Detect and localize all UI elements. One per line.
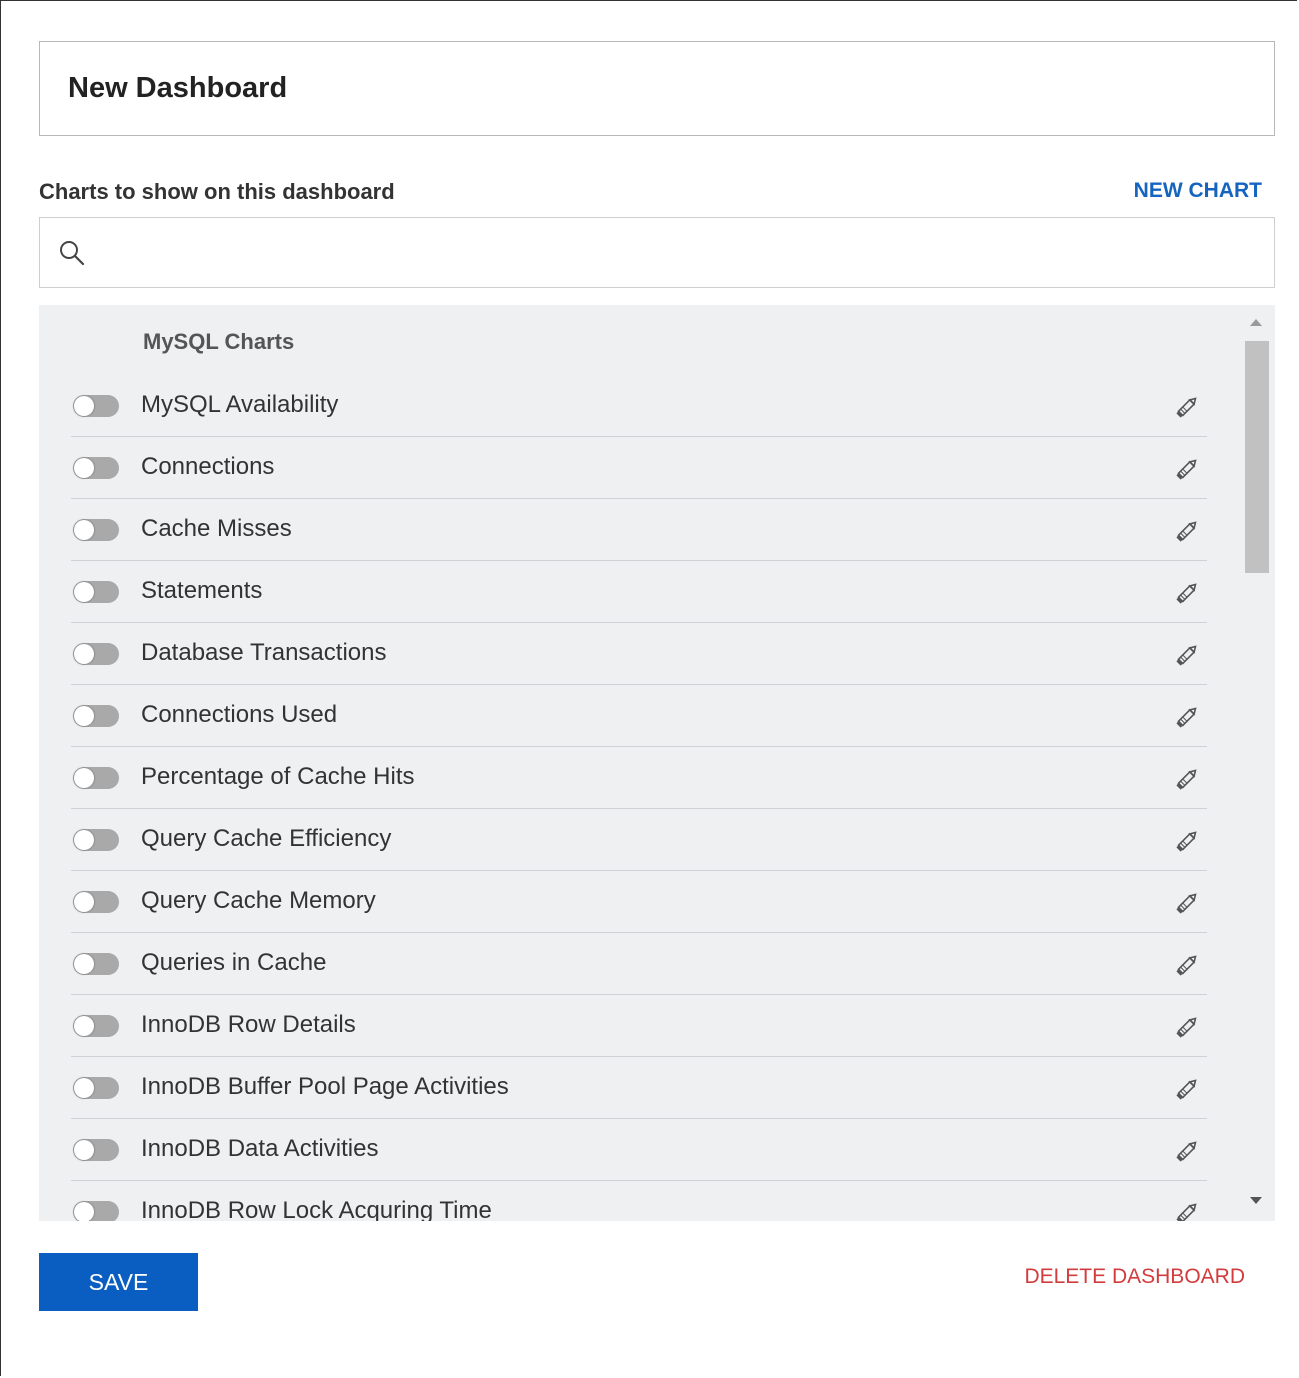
dashboard-title-field[interactable]: New Dashboard	[39, 41, 1275, 136]
pencil-icon[interactable]	[1173, 455, 1201, 483]
chart-list-item: Percentage of Cache Hits	[71, 747, 1207, 809]
pencil-icon[interactable]	[1173, 765, 1201, 793]
chart-toggle-switch[interactable]	[73, 767, 119, 789]
chart-item-label: InnoDB Row Lock Acquring Time	[141, 1197, 492, 1221]
chart-list-item: Connections Used	[71, 685, 1207, 747]
chart-list-item: InnoDB Row Lock Acquring Time	[71, 1181, 1207, 1221]
pencil-icon[interactable]	[1173, 579, 1201, 607]
chart-item-label: Connections Used	[141, 701, 338, 728]
chart-list-item: Query Cache Memory	[71, 871, 1207, 933]
toggle-knob	[74, 1140, 94, 1160]
chart-item-label: InnoDB Row Details	[141, 1011, 356, 1038]
chart-search-input[interactable]	[98, 221, 1274, 284]
chart-toggle-switch[interactable]	[73, 1077, 119, 1099]
chart-item-label: MySQL Availability	[141, 391, 339, 418]
chart-toggle-switch[interactable]	[73, 457, 119, 479]
scrollbar[interactable]	[1239, 305, 1275, 1221]
toggle-knob	[74, 954, 94, 974]
toggle-knob	[74, 396, 94, 416]
chart-toggle-switch[interactable]	[73, 519, 119, 541]
delete-dashboard-button[interactable]: DELETE DASHBOARD	[1024, 1265, 1245, 1289]
toggle-knob	[74, 1202, 94, 1221]
pencil-icon[interactable]	[1173, 1199, 1201, 1221]
save-button[interactable]: SAVE	[39, 1253, 198, 1311]
chart-list-item: MySQL Availability	[71, 375, 1207, 437]
toggle-knob	[74, 644, 94, 664]
chart-list-item: Database Transactions	[71, 623, 1207, 685]
new-chart-button[interactable]: NEW CHART	[1134, 179, 1262, 203]
chart-toggle-switch[interactable]	[73, 395, 119, 417]
chart-toggle-switch[interactable]	[73, 1015, 119, 1037]
chart-list-item: InnoDB Row Details	[71, 995, 1207, 1057]
chart-group-title: MySQL Charts	[143, 329, 295, 354]
chart-list-item: Statements	[71, 561, 1207, 623]
dialog-frame: New Dashboard Charts to show on this das…	[0, 0, 1297, 1376]
pencil-icon[interactable]	[1173, 1075, 1201, 1103]
pencil-icon[interactable]	[1173, 951, 1201, 979]
toggle-knob	[74, 706, 94, 726]
chart-item-label: Queries in Cache	[141, 949, 327, 976]
chart-toggle-switch[interactable]	[73, 891, 119, 913]
toggle-knob	[74, 520, 94, 540]
chart-toggle-switch[interactable]	[73, 1201, 119, 1221]
chart-toggle-switch[interactable]	[73, 953, 119, 975]
chart-item-label: Connections	[141, 453, 275, 480]
search-icon	[60, 240, 85, 265]
charts-section-label: Charts to show on this dashboard	[39, 179, 395, 204]
chart-item-label: Query Cache Efficiency	[141, 825, 392, 852]
scroll-up-arrow-icon[interactable]	[1250, 319, 1262, 326]
chart-list-item: Cache Misses	[71, 499, 1207, 561]
dashboard-title: New Dashboard	[68, 72, 288, 104]
chart-toggle-switch[interactable]	[73, 581, 119, 603]
toggle-knob	[74, 582, 94, 602]
pencil-icon[interactable]	[1173, 393, 1201, 421]
chart-item-label: Statements	[141, 577, 263, 604]
chart-item-label: InnoDB Data Activities	[141, 1135, 379, 1162]
chart-item-label: Database Transactions	[141, 639, 387, 666]
toggle-knob	[74, 892, 94, 912]
toggle-knob	[74, 830, 94, 850]
chart-list-item: Query Cache Efficiency	[71, 809, 1207, 871]
toggle-knob	[74, 458, 94, 478]
scrollbar-thumb[interactable]	[1245, 341, 1269, 573]
chart-item-label: Query Cache Memory	[141, 887, 376, 914]
chart-list: MySQL Availability Connections Cache Misse…	[71, 375, 1207, 1221]
toggle-knob	[74, 768, 94, 788]
chart-item-label: InnoDB Buffer Pool Page Activities	[141, 1073, 509, 1100]
scroll-down-arrow-icon[interactable]	[1250, 1197, 1262, 1204]
chart-item-label: Percentage of Cache Hits	[141, 763, 415, 790]
pencil-icon[interactable]	[1173, 641, 1201, 669]
chart-toggle-switch[interactable]	[73, 705, 119, 727]
chart-search-box	[39, 217, 1275, 288]
pencil-icon[interactable]	[1173, 703, 1201, 731]
pencil-icon[interactable]	[1173, 517, 1201, 545]
chart-item-label: Cache Misses	[141, 515, 292, 542]
toggle-knob	[74, 1016, 94, 1036]
chart-toggle-switch[interactable]	[73, 643, 119, 665]
chart-list-item: Queries in Cache	[71, 933, 1207, 995]
pencil-icon[interactable]	[1173, 1137, 1201, 1165]
toggle-knob	[74, 1078, 94, 1098]
chart-toggle-switch[interactable]	[73, 1139, 119, 1161]
pencil-icon[interactable]	[1173, 827, 1201, 855]
chart-list-item: InnoDB Buffer Pool Page Activities	[71, 1057, 1207, 1119]
chart-list-item: InnoDB Data Activities	[71, 1119, 1207, 1181]
pencil-icon[interactable]	[1173, 1013, 1201, 1041]
chart-toggle-switch[interactable]	[73, 829, 119, 851]
pencil-icon[interactable]	[1173, 889, 1201, 917]
chart-list-item: Connections	[71, 437, 1207, 499]
chart-list-panel: MySQL Charts MySQL Availability Connectio…	[39, 305, 1275, 1221]
